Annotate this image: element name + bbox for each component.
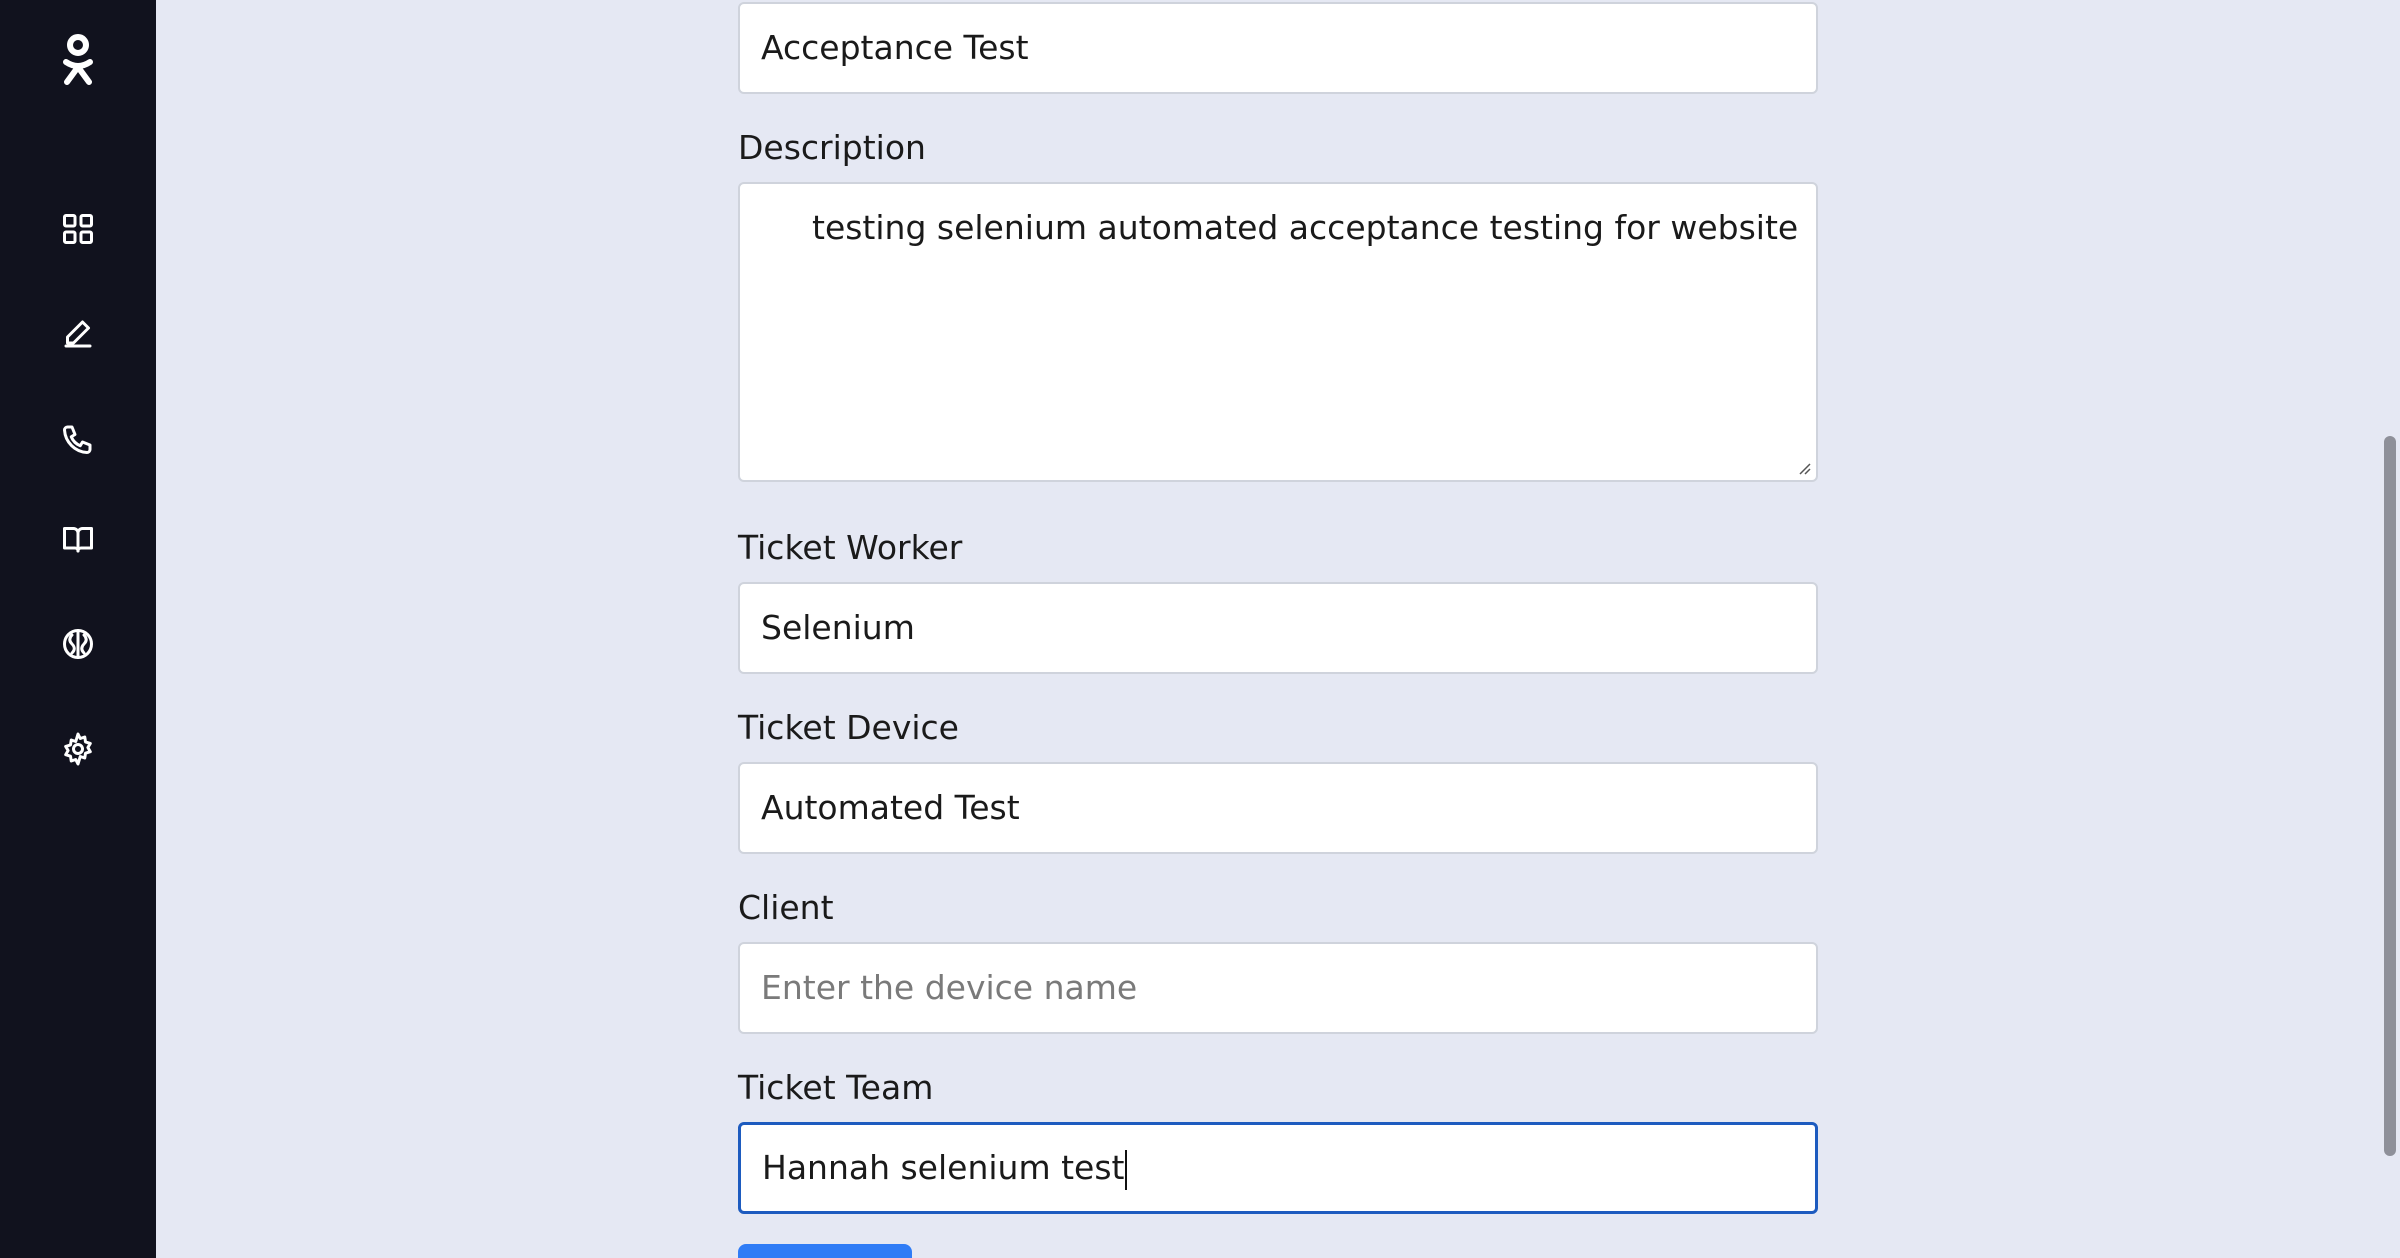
ticket-team-label: Ticket Team xyxy=(738,1068,934,1107)
ticket-device-value: Automated Test xyxy=(761,788,1020,827)
gear-icon[interactable] xyxy=(58,729,98,769)
ticket-worker-input[interactable]: Selenium xyxy=(738,582,1818,674)
ticket-device-label: Ticket Device xyxy=(738,708,959,747)
submit-button[interactable] xyxy=(738,1244,912,1258)
client-placeholder: Enter the device name xyxy=(761,968,1138,1007)
ticket-team-input[interactable]: Hannah selenium test xyxy=(738,1122,1818,1214)
sidebar xyxy=(0,0,156,1258)
title-value: Acceptance Test xyxy=(761,28,1029,67)
ok-logo-icon[interactable] xyxy=(54,30,102,90)
grid-icon[interactable] xyxy=(58,209,98,249)
description-value: testing selenium automated acceptance te… xyxy=(812,208,1799,247)
brain-icon[interactable] xyxy=(58,624,98,664)
text-caret xyxy=(1125,1149,1128,1190)
scrollbar-track[interactable] xyxy=(2378,0,2400,1258)
client-label: Client xyxy=(738,888,834,927)
ticket-worker-value: Selenium xyxy=(761,608,915,647)
ticket-team-value-wrap: Hannah selenium test xyxy=(762,1125,1128,1211)
description-label: Description xyxy=(738,128,926,167)
client-input[interactable]: Enter the device name xyxy=(738,942,1818,1034)
ticket-worker-label: Ticket Worker xyxy=(738,528,963,567)
resize-handle-icon[interactable] xyxy=(1796,460,1812,476)
pencil-icon[interactable] xyxy=(58,314,98,354)
ticket-device-input[interactable]: Automated Test xyxy=(738,762,1818,854)
phone-icon[interactable] xyxy=(58,419,98,459)
scrollbar-thumb[interactable] xyxy=(2384,436,2396,1156)
book-icon[interactable] xyxy=(58,519,98,559)
ticket-team-value: Hannah selenium test xyxy=(762,1148,1125,1187)
description-textarea[interactable]: testing selenium automated acceptance te… xyxy=(738,182,1818,482)
title-input[interactable]: Acceptance Test xyxy=(738,2,1818,94)
